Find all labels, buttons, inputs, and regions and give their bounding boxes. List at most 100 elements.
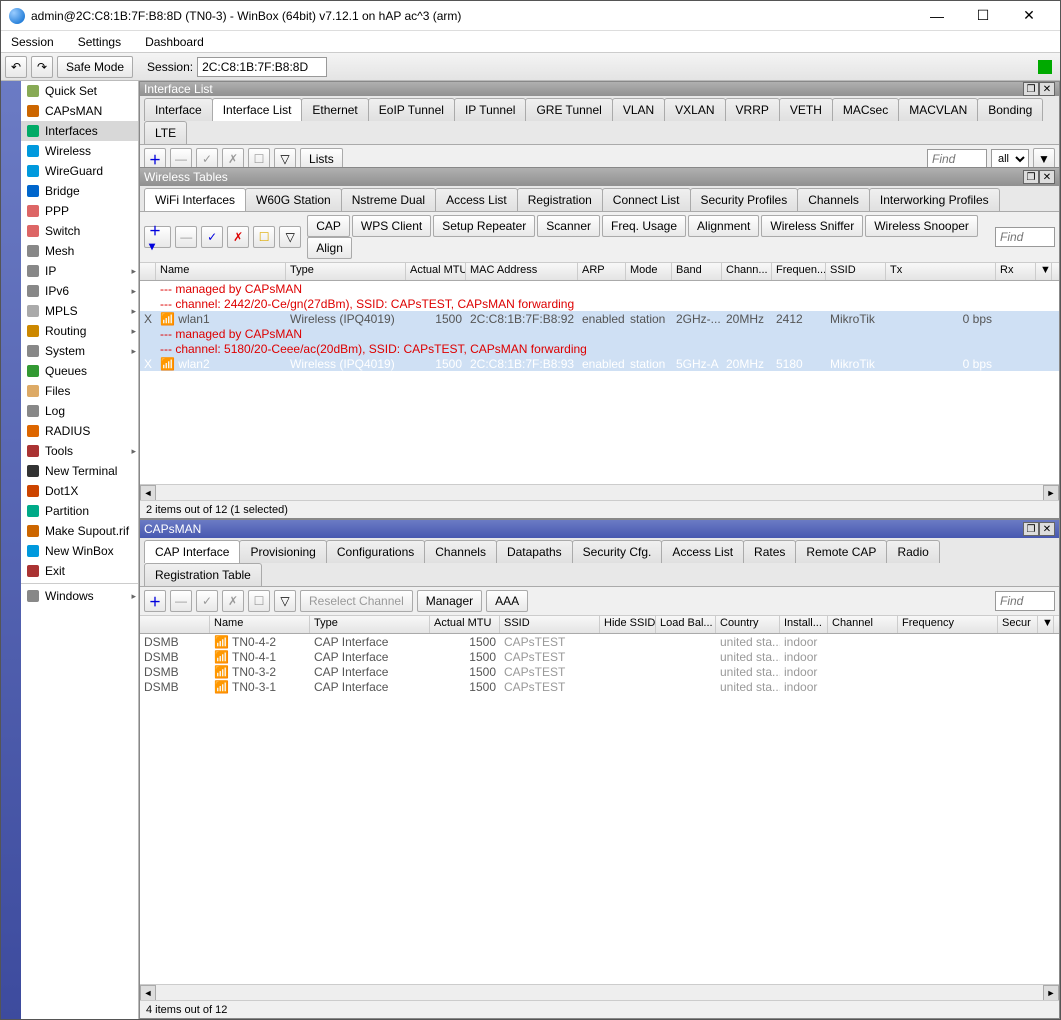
sidebar-item-mpls[interactable]: MPLS▸ (21, 301, 138, 321)
col-header[interactable] (140, 616, 210, 633)
panel-header[interactable]: CAPsMAN ❐ ✕ (140, 520, 1059, 538)
add-button[interactable]: ＋▾ (144, 226, 171, 248)
tab-registration-table[interactable]: Registration Table (144, 563, 262, 586)
table-row[interactable]: --- managed by CAPsMAN (140, 326, 1059, 341)
tab-vlan[interactable]: VLAN (612, 98, 665, 121)
col-header[interactable]: Tx (886, 263, 996, 280)
sidebar-item-radius[interactable]: RADIUS (21, 421, 138, 441)
close-button[interactable]: ✕ (1006, 1, 1052, 31)
minimize-button[interactable]: — (914, 1, 960, 31)
panel-header[interactable]: Interface List ❐ ✕ (140, 82, 1059, 96)
remove-button[interactable]: — (170, 590, 192, 612)
col-header[interactable]: MAC Address (466, 263, 578, 280)
tab-ip-tunnel[interactable]: IP Tunnel (454, 98, 526, 121)
sidebar-item-partition[interactable]: Partition (21, 501, 138, 521)
tab-access-list[interactable]: Access List (435, 188, 518, 211)
sidebar-item-routing[interactable]: Routing▸ (21, 321, 138, 341)
panel-close-button[interactable]: ✕ (1039, 82, 1055, 96)
tab-macvlan[interactable]: MACVLAN (898, 98, 978, 121)
tab-interface[interactable]: Interface (144, 98, 213, 121)
scroll-left-button[interactable]: ◄ (140, 985, 156, 1001)
manager-button[interactable]: Manager (417, 590, 482, 612)
redo-button[interactable]: ↷ (31, 56, 53, 78)
col-header[interactable]: Mode (626, 263, 672, 280)
col-header[interactable]: Country (716, 616, 780, 633)
sidebar-item-capsman[interactable]: CAPsMAN (21, 101, 138, 121)
find-input[interactable] (927, 149, 987, 169)
aaa-button[interactable]: AAA (486, 590, 528, 612)
sidebar-item-interfaces[interactable]: Interfaces (21, 121, 138, 141)
scroll-left-button[interactable]: ◄ (140, 485, 156, 501)
enable-button[interactable]: ✓ (196, 590, 218, 612)
sidebar-item-queues[interactable]: Queues (21, 361, 138, 381)
table-row[interactable]: DSMB📶 TN0-3-2CAP Interface1500CAPsTESTun… (140, 664, 1059, 679)
disable-button[interactable]: ✗ (227, 226, 249, 248)
scroll-right-button[interactable]: ► (1043, 985, 1059, 1001)
wireless-sniffer-button[interactable]: Wireless Sniffer (761, 215, 863, 237)
tab-wifi-interfaces[interactable]: WiFi Interfaces (144, 188, 246, 211)
tab-registration[interactable]: Registration (517, 188, 603, 211)
add-button[interactable]: ＋ (144, 590, 166, 612)
tab-channels[interactable]: Channels (424, 540, 497, 563)
col-menu-button[interactable]: ▼ (1036, 263, 1052, 280)
col-header[interactable]: Channel (828, 616, 898, 633)
col-header[interactable]: Secur (998, 616, 1038, 633)
filter-button[interactable]: ▽ (274, 590, 296, 612)
col-header[interactable]: Install... (780, 616, 828, 633)
h-scrollbar[interactable]: ◄ ► (140, 484, 1059, 500)
col-header[interactable]: Rx (996, 263, 1036, 280)
comment-button[interactable]: ☐ (253, 226, 275, 248)
col-header[interactable]: Actual MTU (430, 616, 500, 633)
cap-button[interactable]: CAP (307, 215, 350, 237)
comment-button[interactable]: ☐ (248, 590, 270, 612)
tab-lte[interactable]: LTE (144, 121, 187, 144)
col-header[interactable]: Type (286, 263, 406, 280)
alignment-button[interactable]: Alignment (688, 215, 759, 237)
table-row[interactable]: --- managed by CAPsMAN (140, 281, 1059, 296)
tab-datapaths[interactable]: Datapaths (496, 540, 573, 563)
col-header[interactable]: Name (156, 263, 286, 280)
enable-button[interactable]: ✓ (201, 226, 223, 248)
sidebar-item-tools[interactable]: Tools▸ (21, 441, 138, 461)
col-header[interactable]: Actual MTU (406, 263, 466, 280)
menu-settings[interactable]: Settings (74, 33, 125, 51)
table-row[interactable]: X📶 wlan2Wireless (IPQ4019)15002C:C8:1B:7… (140, 356, 1059, 371)
find-input[interactable] (995, 227, 1055, 247)
find-input[interactable] (995, 591, 1055, 611)
tab-nstreme-dual[interactable]: Nstreme Dual (341, 188, 436, 211)
col-header[interactable]: Hide SSID (600, 616, 656, 633)
sidebar-item-quick-set[interactable]: Quick Set (21, 81, 138, 101)
panel-restore-button[interactable]: ❐ (1023, 82, 1039, 96)
sidebar-item-exit[interactable]: Exit (21, 561, 138, 581)
tab-provisioning[interactable]: Provisioning (239, 540, 326, 563)
sidebar-item-windows[interactable]: Windows▸ (21, 586, 138, 606)
tab-interface-list[interactable]: Interface List (212, 98, 303, 121)
tab-ethernet[interactable]: Ethernet (301, 98, 368, 121)
wps-client-button[interactable]: WPS Client (352, 215, 431, 237)
tab-rates[interactable]: Rates (743, 540, 796, 563)
sidebar-item-new-winbox[interactable]: New WinBox (21, 541, 138, 561)
maximize-button[interactable]: ☐ (960, 1, 1006, 31)
tab-bonding[interactable]: Bonding (977, 98, 1043, 121)
col-header[interactable]: SSID (500, 616, 600, 633)
wireless-snooper-button[interactable]: Wireless Snooper (865, 215, 978, 237)
table-row[interactable]: --- channel: 5180/20-Ceee/ac(20dBm), SSI… (140, 341, 1059, 356)
table-row[interactable]: --- channel: 2442/20-Ce/gn(27dBm), SSID:… (140, 296, 1059, 311)
setup-repeater-button[interactable]: Setup Repeater (433, 215, 535, 237)
sidebar-item-wireless[interactable]: Wireless (21, 141, 138, 161)
col-header[interactable]: Name (210, 616, 310, 633)
panel-close-button[interactable]: ✕ (1039, 170, 1055, 184)
col-header[interactable]: Frequen... (772, 263, 826, 280)
tab-interworking-profiles[interactable]: Interworking Profiles (869, 188, 1000, 211)
panel-header[interactable]: Wireless Tables ❐ ✕ (140, 168, 1059, 186)
sidebar-item-new-terminal[interactable]: New Terminal (21, 461, 138, 481)
panel-restore-button[interactable]: ❐ (1023, 522, 1039, 536)
h-scrollbar[interactable]: ◄ ► (140, 984, 1059, 1000)
remove-button[interactable]: — (175, 226, 197, 248)
sidebar-item-log[interactable]: Log (21, 401, 138, 421)
tab-gre-tunnel[interactable]: GRE Tunnel (525, 98, 612, 121)
tab-vrrp[interactable]: VRRP (725, 98, 780, 121)
sidebar-item-ip[interactable]: IP▸ (21, 261, 138, 281)
sidebar-item-dot1x[interactable]: Dot1X (21, 481, 138, 501)
col-header[interactable]: Load Bal... (656, 616, 716, 633)
